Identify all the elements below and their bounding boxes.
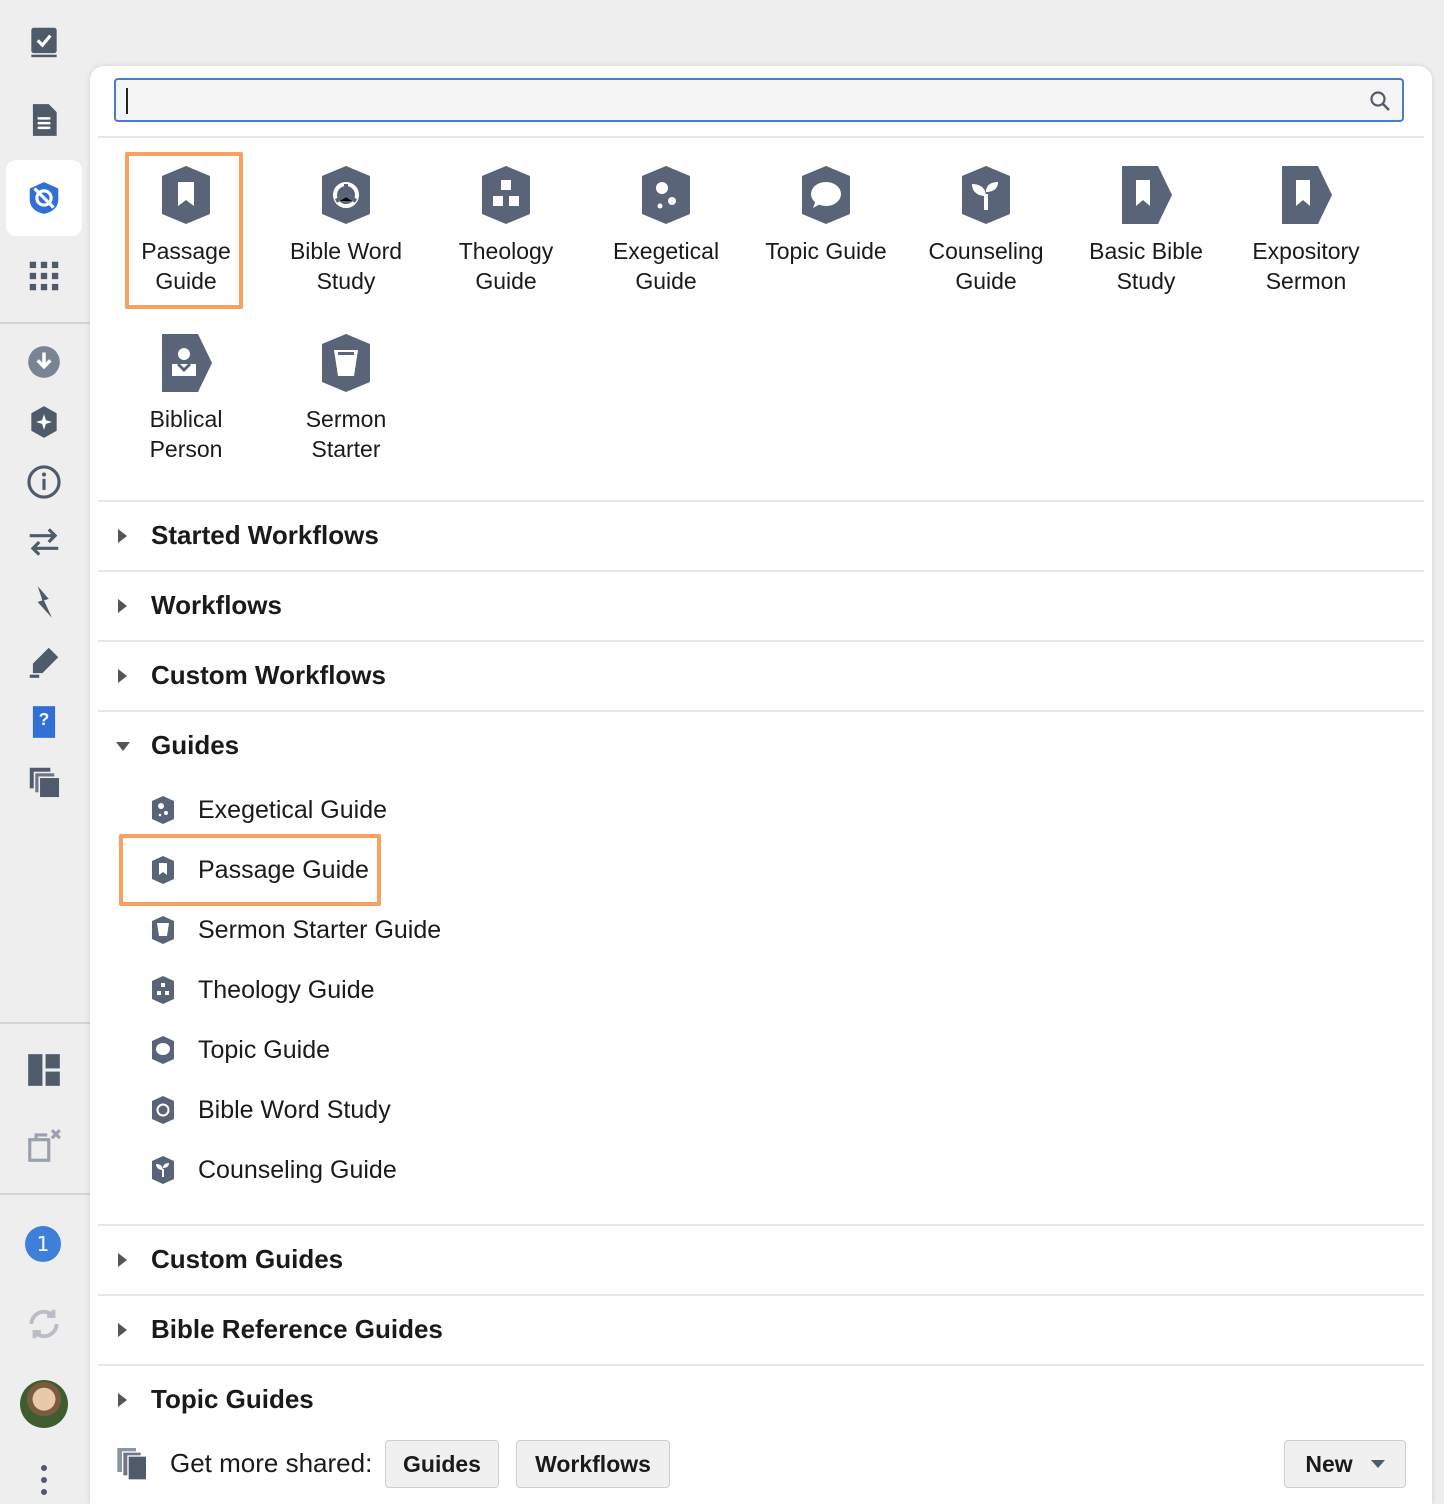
biblical-person-icon xyxy=(162,334,212,392)
exegetical-guide-icon xyxy=(152,796,174,824)
search-input[interactable] xyxy=(126,86,1350,116)
guide-item-topic[interactable]: Topic Guide xyxy=(150,1028,330,1072)
exegetical-guide-icon xyxy=(642,166,690,224)
shared-guides-button[interactable]: Guides xyxy=(385,1440,499,1488)
shared-workflows-button[interactable]: Workflows xyxy=(516,1440,670,1488)
shared-documents-icon xyxy=(117,1448,148,1481)
footer-bar: Get more shared: Guides Workflows New xyxy=(90,1424,1432,1504)
tile-label: Biblical Person xyxy=(149,406,223,462)
rail-divider-3 xyxy=(0,1193,90,1195)
search-box[interactable] xyxy=(114,78,1404,122)
guides-shield-icon[interactable] xyxy=(22,176,66,220)
text-cursor xyxy=(126,88,128,114)
expand-arrow-icon[interactable] xyxy=(118,529,127,543)
section-started-workflows[interactable]: Started Workflows xyxy=(98,502,1424,570)
lightning-icon[interactable] xyxy=(22,580,66,624)
user-avatar[interactable] xyxy=(20,1380,68,1428)
tile-topic-guide[interactable]: Topic Guide xyxy=(746,164,906,266)
download-icon[interactable] xyxy=(22,340,66,384)
rail-divider xyxy=(0,322,90,324)
tile-label: Theology Guide xyxy=(458,238,554,294)
tile-label: Basic Bible Study xyxy=(1089,238,1203,294)
guide-item-bible-word-study[interactable]: Bible Word Study xyxy=(150,1088,391,1132)
expand-arrow-icon[interactable] xyxy=(118,1393,127,1407)
info-icon[interactable] xyxy=(22,460,66,504)
left-rail: ? 1 xyxy=(0,0,90,1504)
collapse-arrow-icon[interactable] xyxy=(116,742,130,751)
tile-label: Exegetical Guide xyxy=(612,238,720,294)
tile-highlight-box xyxy=(125,152,243,309)
expository-sermon-icon xyxy=(1282,166,1332,224)
chevron-down-icon xyxy=(1370,1460,1385,1468)
layers-icon[interactable] xyxy=(22,760,66,804)
guide-highlight-box xyxy=(119,834,381,906)
section-guides[interactable]: Guides xyxy=(98,712,1424,780)
bible-word-study-icon xyxy=(322,166,370,224)
sparkle-shield-icon[interactable] xyxy=(22,400,66,444)
checklist-icon[interactable] xyxy=(22,20,66,64)
guide-item-exegetical[interactable]: Exegetical Guide xyxy=(150,788,387,832)
more-options-icon[interactable] xyxy=(38,1464,50,1500)
tile-label: Expository Sermon xyxy=(1252,238,1360,294)
topic-guide-icon xyxy=(152,1036,174,1064)
section-custom-guides[interactable]: Custom Guides xyxy=(98,1226,1424,1294)
topic-guide-icon xyxy=(802,166,850,224)
highlighter-icon[interactable] xyxy=(22,640,66,684)
new-button-label: New xyxy=(1305,1450,1353,1477)
get-more-shared-label: Get more shared: xyxy=(170,1448,373,1478)
guides-panel: Passage Guide Bible Word Study Theology … xyxy=(90,66,1432,1504)
search-icon[interactable] xyxy=(1368,89,1392,113)
rail-divider-2 xyxy=(0,1022,90,1024)
tile-sermon-starter[interactable]: Sermon Starter xyxy=(266,332,426,464)
guide-item-counseling[interactable]: Counseling Guide xyxy=(150,1148,397,1192)
section-custom-workflows[interactable]: Custom Workflows xyxy=(98,642,1424,710)
expand-arrow-icon[interactable] xyxy=(118,599,127,613)
tile-theology-guide[interactable]: Theology Guide xyxy=(426,164,586,296)
document-icon[interactable] xyxy=(22,98,66,142)
sermon-starter-icon xyxy=(152,916,174,944)
svg-text:?: ? xyxy=(39,709,50,729)
tile-bible-word-study[interactable]: Bible Word Study xyxy=(266,164,426,296)
layout-icon[interactable] xyxy=(22,1048,66,1092)
section-bible-reference-guides[interactable]: Bible Reference Guides xyxy=(98,1296,1424,1364)
search-divider xyxy=(98,136,1424,138)
tile-label: Counseling Guide xyxy=(928,238,1044,294)
new-dropdown-button[interactable]: New xyxy=(1284,1440,1406,1488)
tile-basic-bible-study[interactable]: Basic Bible Study xyxy=(1066,164,1226,296)
close-panels-icon[interactable] xyxy=(22,1124,66,1168)
tile-counseling-guide[interactable]: Counseling Guide xyxy=(906,164,1066,296)
theology-guide-icon xyxy=(482,166,530,224)
section-workflows[interactable]: Workflows xyxy=(98,572,1424,640)
tile-label: Bible Word Study xyxy=(289,238,403,294)
guide-item-sermon-starter[interactable]: Sermon Starter Guide xyxy=(150,908,441,952)
expand-arrow-icon[interactable] xyxy=(118,669,127,683)
theology-guide-icon xyxy=(152,976,174,1004)
tile-label: Topic Guide xyxy=(765,238,887,264)
apps-grid-icon[interactable] xyxy=(22,254,66,298)
bible-word-study-icon xyxy=(152,1096,174,1124)
counseling-guide-icon xyxy=(962,166,1010,224)
expand-arrow-icon[interactable] xyxy=(118,1323,127,1337)
tile-label: Sermon Starter xyxy=(305,406,387,462)
notification-badge[interactable]: 1 xyxy=(25,1226,61,1262)
swap-arrows-icon[interactable] xyxy=(22,520,66,564)
basic-bible-study-icon xyxy=(1122,166,1172,224)
sermon-starter-icon xyxy=(322,334,370,392)
sync-icon[interactable] xyxy=(22,1302,66,1346)
tile-expository-sermon[interactable]: Expository Sermon xyxy=(1226,164,1386,296)
guide-item-theology[interactable]: Theology Guide xyxy=(150,968,375,1012)
tile-biblical-person[interactable]: Biblical Person xyxy=(106,332,266,464)
help-book-icon[interactable]: ? xyxy=(22,700,66,744)
counseling-guide-icon xyxy=(152,1156,174,1184)
tile-exegetical-guide[interactable]: Exegetical Guide xyxy=(586,164,746,296)
expand-arrow-icon[interactable] xyxy=(118,1253,127,1267)
